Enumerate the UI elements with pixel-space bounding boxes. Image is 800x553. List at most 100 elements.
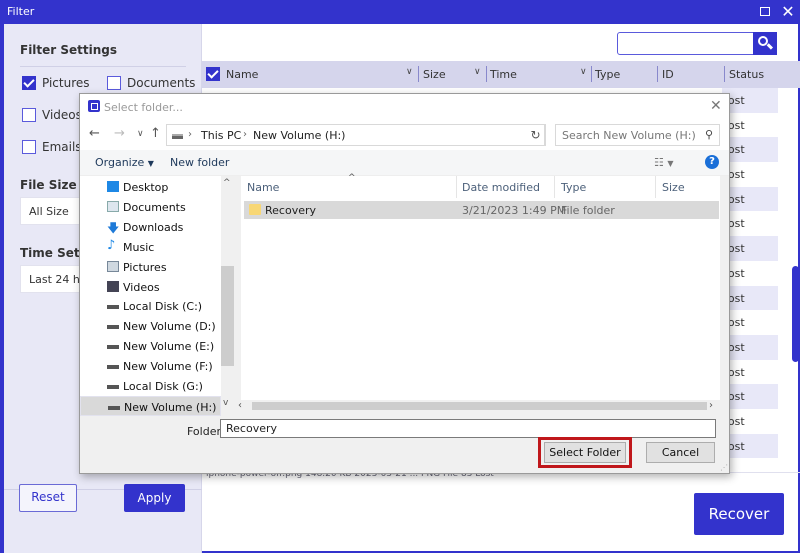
column-type[interactable]: Type [595,68,620,81]
tree-item[interactable]: New Volume (E:) [80,336,221,356]
tree-item[interactable]: Local Disk (G:) [80,376,221,396]
select-all-checkbox[interactable] [206,67,220,81]
recover-button[interactable]: Recover [694,493,784,535]
column-time[interactable]: Time [490,68,517,81]
tree-item-label: Documents [123,200,186,214]
drive-icon [172,134,183,139]
window-title: Filter [7,5,35,18]
checkbox-videos[interactable]: Videos [22,108,82,122]
vertical-scrollbar[interactable] [792,266,799,362]
breadcrumb-new-volume-h[interactable]: New Volume (H:) [253,129,345,142]
tree-item[interactable]: ♪ Music [80,237,221,257]
scroll-down-icon[interactable]: v [223,398,228,408]
file-column-name[interactable]: Name [247,181,279,194]
tree-item-label: Music [123,240,155,254]
file-list-horizontal-scrollbar[interactable]: ‹ › [234,400,720,412]
folder-name-input[interactable]: Recovery [220,419,716,438]
tree-scrollbar-thumb[interactable] [221,266,234,366]
dropdown-caret-icon: ▼ [147,159,154,168]
checkbox-documents[interactable]: Documents [107,76,195,90]
search-icon: ⚲ [704,128,713,141]
column-id[interactable]: ID [662,68,674,81]
tree-item[interactable]: Desktop [80,177,221,197]
view-options-icon[interactable]: ☷ ▼ [654,156,674,169]
dialog-search-input[interactable]: Search New Volume (H:) ⚲ [555,124,720,146]
drive-icon [108,401,120,410]
column-size[interactable]: Size [423,68,446,81]
tree-item[interactable]: New Volume (D:) [80,316,221,336]
new-folder-button[interactable]: New folder [170,156,229,169]
tree-item-label: New Volume (D:) [123,320,216,334]
chevron-down-icon[interactable]: ∨ [580,67,587,77]
checkbox-pictures[interactable]: Pictures [22,76,90,90]
checkbox-unchecked-icon [22,140,36,154]
column-status[interactable]: Status [729,68,764,81]
scroll-right-icon[interactable]: › [709,400,713,411]
drive-icon [107,360,119,370]
tree-item[interactable]: New Volume (H:) [80,395,221,416]
search-input[interactable] [617,32,754,55]
tree-item-label: Downloads [123,220,184,234]
documents-icon [107,200,119,212]
column-separator [724,66,725,82]
maximize-button[interactable] [755,2,775,22]
checkbox-checked-icon [22,76,36,90]
table-header: Name ∨ Size ∨ Time ∨ Type ID Status [202,61,800,88]
recent-locations-chevron-icon[interactable]: ∨ [137,129,144,139]
file-column-date-modified[interactable]: Date modified [462,181,540,194]
tree-item[interactable]: Pictures [80,257,221,277]
scroll-up-icon[interactable]: ^ [223,178,231,188]
file-column-type[interactable]: Type [561,181,586,194]
dialog-title-bar: Select folder... ✕ [80,94,729,120]
help-icon[interactable]: ? [705,155,719,169]
checkbox-label: Pictures [42,76,90,90]
column-name[interactable]: Name [226,68,258,81]
close-icon: ✕ [781,2,795,21]
select-folder-button[interactable]: Select Folder [544,442,626,463]
chevron-down-icon[interactable]: ∨ [474,67,481,77]
dialog-close-button[interactable]: ✕ [710,98,722,114]
column-separator [486,66,487,82]
checkbox-label: Videos [42,108,82,122]
chevron-down-icon[interactable]: ∨ [406,67,413,77]
tree-item[interactable]: Local Disk (C:) [80,296,221,316]
tree-item[interactable]: Videos [80,277,221,297]
table-row-partial[interactable]: iphone-power-off.png 148.20 KB 2023-03-2… [202,473,592,481]
back-arrow-icon[interactable]: ← [89,126,100,141]
videos-icon [107,280,119,292]
address-bar[interactable]: › This PC › New Volume (H:) ∨ [166,124,605,146]
resize-grip-icon[interactable]: ⋰ [720,463,728,472]
divider [20,66,186,67]
reset-button[interactable]: Reset [19,484,77,512]
column-separator [655,176,656,198]
apply-button[interactable]: Apply [124,484,185,512]
tree-item-label: Pictures [123,260,167,274]
scroll-left-icon[interactable]: ‹ [238,400,242,411]
file-type: File folder [561,204,615,217]
tree-item[interactable]: New Volume (F:) [80,356,221,376]
tree-scrollbar[interactable]: ^ v [221,176,234,412]
tree-item[interactable]: 🡇 Downloads [80,217,221,237]
sort-ascending-icon: ^ [348,173,356,183]
drive-icon [107,320,119,330]
file-list-header: ^ Name Date modified Type Size [241,173,720,198]
tree-item[interactable]: Documents [80,197,221,217]
folder-label: Folder: [187,425,225,438]
filter-settings-title: Filter Settings [20,43,118,57]
file-row-recovery[interactable]: Recovery 3/21/2023 1:49 PM File folder [244,201,719,219]
refresh-button[interactable]: ↻ [527,124,545,146]
close-button[interactable]: ✕ [778,2,798,22]
cancel-button[interactable]: Cancel [646,442,715,463]
file-column-size[interactable]: Size [662,181,685,194]
tree-item-label: New Volume (H:) [124,400,217,414]
breadcrumb-this-pc[interactable]: This PC [201,129,241,142]
search-icon-handle [766,43,774,50]
up-arrow-icon[interactable]: ↑ [150,126,161,141]
horizontal-scrollbar-thumb[interactable] [252,402,707,410]
checkbox-unchecked-icon [107,76,121,90]
checkbox-emails[interactable]: Emails [22,140,82,154]
search-button[interactable] [753,32,777,55]
forward-arrow-icon[interactable]: → [114,126,125,141]
tree-item-label: New Volume (F:) [123,360,213,374]
organize-button[interactable]: Organize ▼ [95,156,154,169]
